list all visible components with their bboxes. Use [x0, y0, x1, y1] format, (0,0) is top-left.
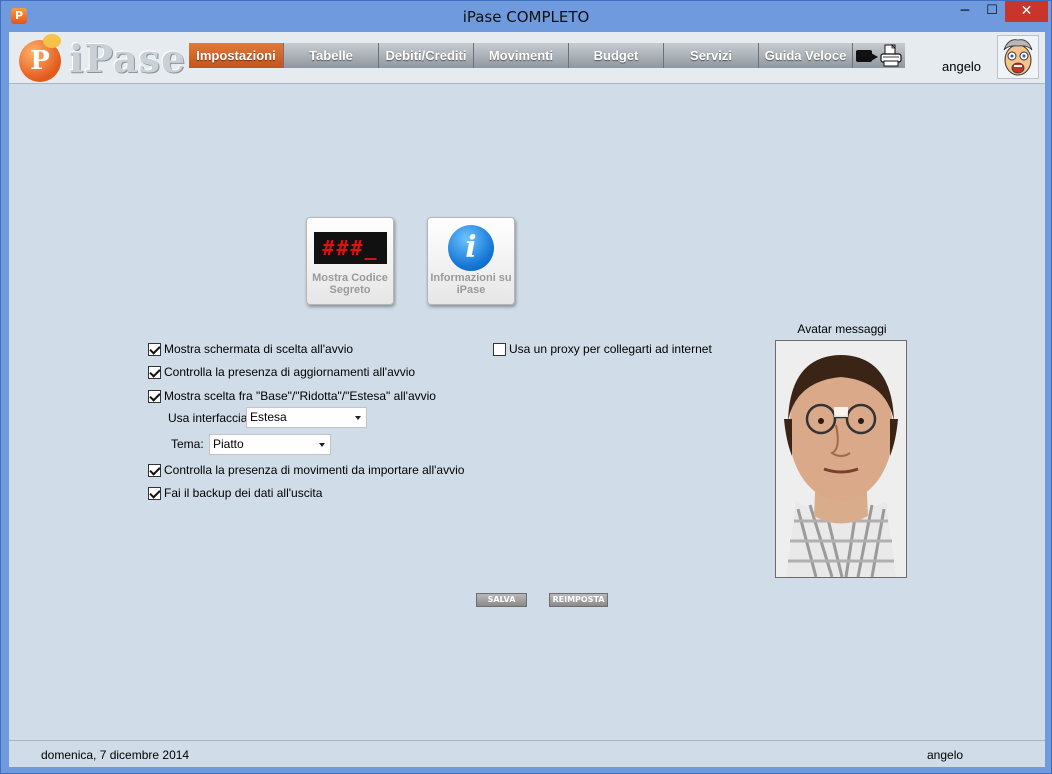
option-label: Fai il backup dei dati all'uscita [164, 486, 323, 500]
user-avatar[interactable] [997, 35, 1039, 79]
chevron-down-icon [355, 416, 361, 420]
checkbox[interactable] [148, 365, 161, 379]
status-user: angelo [927, 748, 964, 762]
tab-tabelle[interactable]: Tabelle [284, 43, 379, 68]
option-label: Controlla la presenza di aggiornamenti a… [164, 365, 416, 379]
logo-text: iPase [69, 36, 187, 81]
interface-select[interactable]: Estesa [246, 407, 367, 428]
option-startup-choice[interactable]: Mostra schermata di scelta all'avvio [148, 341, 353, 357]
theme-label: Tema: [171, 437, 204, 451]
title-bar[interactable]: P iPase COMPLETO ─ ☐ ✕ [1, 1, 1051, 32]
tab-servizi[interactable]: Servizi [664, 43, 759, 68]
tab-movimenti[interactable]: Movimenti [474, 43, 569, 68]
checkbox[interactable] [148, 463, 161, 477]
ipase-logo: P iPase [19, 34, 187, 82]
option-label: Usa un proxy per collegarti ad internet [509, 342, 712, 356]
avatar-caption: Avatar messaggi [797, 322, 887, 336]
option-label: Mostra schermata di scelta all'avvio [164, 342, 354, 356]
cartoon-avatar-icon [1003, 39, 1033, 76]
client-area: P iPase Impostazioni Tabelle Debiti/Cred… [9, 32, 1045, 767]
maximize-button[interactable]: ☐ [979, 1, 1005, 22]
show-secret-code-label: Mostra Codice Segreto [312, 272, 388, 296]
checkbox[interactable] [148, 389, 161, 403]
app-window: P iPase COMPLETO ─ ☐ ✕ P iPase Impostazi… [0, 0, 1052, 774]
tab-debiti-crediti[interactable]: Debiti/Crediti [379, 43, 474, 68]
save-button[interactable]: SALVA [476, 593, 527, 607]
option-label: Mostra scelta fra "Base"/"Ridotta"/"Este… [164, 389, 436, 403]
option-check-updates[interactable]: Controlla la presenza di aggiornamenti a… [148, 364, 415, 380]
video-camera-icon[interactable] [856, 50, 878, 62]
theme-select-value: Piatto [213, 437, 244, 451]
user-name: angelo [942, 59, 982, 74]
status-bar: domenica, 7 dicembre 2014 angelo [9, 740, 1045, 767]
info-button[interactable]: i Informazioni su iPase [427, 217, 515, 305]
main-tabs: Impostazioni Tabelle Debiti/Crediti Movi… [189, 43, 853, 68]
checkbox[interactable] [148, 342, 161, 356]
message-avatar-picture[interactable] [775, 340, 907, 578]
tab-impostazioni[interactable]: Impostazioni [189, 43, 284, 68]
printer-icon[interactable] [879, 44, 903, 68]
close-button[interactable]: ✕ [1005, 1, 1048, 22]
top-toolbar: P iPase Impostazioni Tabelle Debiti/Cred… [9, 32, 1045, 84]
logo-mark-letter: P [30, 46, 50, 76]
tab-budget[interactable]: Budget [569, 43, 664, 68]
checkbox[interactable] [148, 486, 161, 500]
person-photo-icon [784, 355, 898, 577]
info-label: Informazioni su iPase [430, 272, 512, 296]
status-date: domenica, 7 dicembre 2014 [41, 748, 190, 762]
tools-tab [853, 43, 905, 68]
secret-code-display-icon: ###_ [314, 232, 387, 264]
info-icon: i [448, 225, 494, 271]
option-label: Controlla la presenza di movimenti da im… [164, 463, 465, 477]
theme-select[interactable]: Piatto [209, 434, 331, 455]
reset-button[interactable]: REIMPOSTA [549, 593, 608, 607]
interface-label: Usa interfaccia [168, 411, 248, 425]
tab-guida-veloce[interactable]: Guida Veloce [759, 43, 853, 68]
option-use-proxy[interactable]: Usa un proxy per collegarti ad internet [493, 341, 712, 357]
option-interface-choice[interactable]: Mostra scelta fra "Base"/"Ridotta"/"Este… [148, 388, 436, 404]
option-import-movements[interactable]: Controlla la presenza di movimenti da im… [148, 462, 464, 478]
show-secret-code-button[interactable]: ###_ Mostra Codice Segreto [306, 217, 394, 305]
chevron-down-icon [319, 443, 325, 447]
minimize-button[interactable]: ─ [952, 1, 978, 22]
checkbox[interactable] [493, 342, 506, 356]
window-title: iPase COMPLETO [462, 8, 590, 26]
interface-select-value: Estesa [250, 410, 287, 424]
option-backup-on-exit[interactable]: Fai il backup dei dati all'uscita [148, 485, 322, 501]
